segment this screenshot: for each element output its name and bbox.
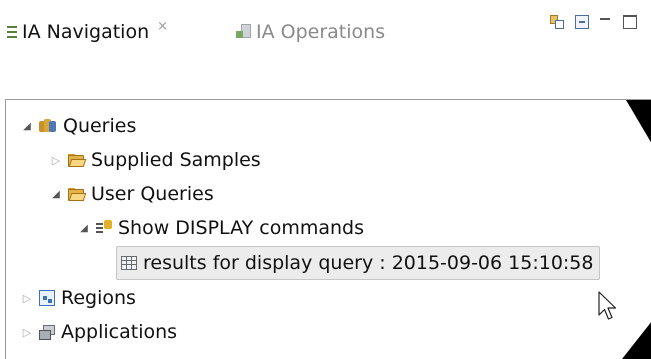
tree-item-show-display-commands[interactable]: ◢ Show DISPLAY commands — [76, 211, 364, 245]
tree-item-label: results for display query : 2015-09-06 1… — [143, 252, 594, 274]
tab-ia-navigation[interactable]: IA Navigation × — [6, 14, 168, 50]
tab-ia-operations[interactable]: IA Operations — [236, 14, 385, 50]
tree-item-applications[interactable]: ▷ Applications — [19, 315, 177, 349]
mouse-pointer-icon — [598, 291, 617, 320]
table-icon — [121, 256, 137, 270]
folder-icon — [68, 153, 87, 167]
applications-icon — [39, 324, 55, 340]
collapsed-twisty-icon[interactable]: ▷ — [48, 154, 64, 167]
regions-icon — [39, 290, 55, 306]
tab-label: IA Navigation — [22, 21, 150, 43]
close-icon[interactable]: × — [157, 19, 168, 34]
tree-item-supplied-samples[interactable]: ▷ Supplied Samples — [48, 143, 261, 177]
ia-navigation-view: IA Navigation × IA Operations ◢ Queries … — [0, 0, 651, 359]
tree-item-label: Queries — [63, 115, 137, 137]
queries-icon — [39, 119, 57, 133]
operations-icon — [236, 23, 252, 41]
collapsed-twisty-icon[interactable]: ▷ — [19, 292, 35, 305]
tree-item-label: Show DISPLAY commands — [118, 217, 364, 239]
collapsed-twisty-icon[interactable]: ▷ — [19, 326, 35, 339]
minimize-icon[interactable] — [599, 15, 613, 29]
corner-decoration — [622, 321, 651, 359]
collapse-all-icon[interactable] — [575, 15, 589, 29]
expanded-twisty-icon[interactable]: ◢ — [76, 223, 92, 234]
view-toolbar — [549, 12, 637, 32]
tree-item-results[interactable]: results for display query : 2015-09-06 1… — [116, 246, 601, 280]
expanded-twisty-icon[interactable]: ◢ — [19, 121, 35, 132]
command-query-icon — [96, 220, 112, 236]
navigation-tree[interactable]: ◢ Queries ▷ Supplied Samples ◢ User Quer… — [5, 99, 651, 359]
view-tab-bar: IA Navigation × IA Operations — [0, 0, 651, 62]
navigation-icon — [6, 24, 18, 40]
maximize-icon[interactable] — [623, 15, 637, 29]
folder-icon — [68, 187, 87, 201]
tab-label: IA Operations — [256, 21, 386, 43]
link-with-editor-icon[interactable] — [549, 14, 565, 30]
tree-item-label: User Queries — [91, 183, 214, 205]
expanded-twisty-icon[interactable]: ◢ — [48, 189, 64, 200]
tree-item-label: Supplied Samples — [91, 149, 261, 171]
tree-item-label: Regions — [61, 287, 136, 309]
tree-item-queries[interactable]: ◢ Queries — [19, 109, 136, 143]
corner-decoration — [626, 100, 651, 144]
tree-item-user-queries[interactable]: ◢ User Queries — [48, 177, 214, 211]
tree-item-label: Applications — [61, 321, 178, 343]
tree-item-regions[interactable]: ▷ Regions — [19, 281, 136, 315]
